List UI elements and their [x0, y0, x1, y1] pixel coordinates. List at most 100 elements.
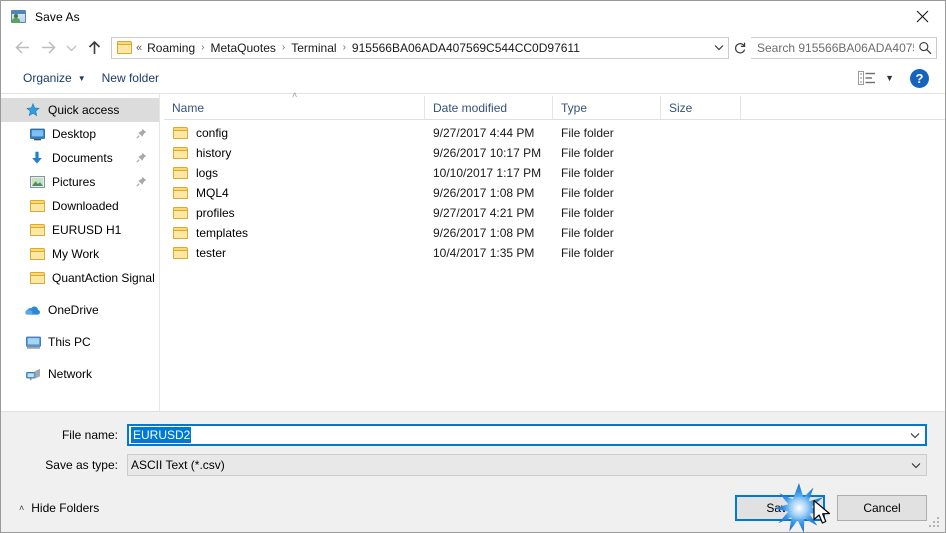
refresh-icon[interactable] [729, 37, 751, 59]
table-row[interactable]: tester 10/4/2017 1:35 PM File folder [164, 243, 945, 263]
sidebar-item-quick-access[interactable]: Quick access [1, 98, 159, 122]
pane-splitter[interactable] [159, 94, 164, 411]
save-as-type-row: Save as type: ASCII Text (*.csv) [19, 454, 927, 476]
file-name-cell: config [164, 125, 425, 141]
folder-icon [172, 225, 188, 241]
table-row[interactable]: config 9/27/2017 4:44 PM File folder [164, 123, 945, 143]
resize-grip-icon[interactable] [929, 517, 941, 529]
file-list: ˄ Name Date modified Type Size config 9/… [164, 90, 945, 411]
sidebar-item-label: My Work [52, 247, 100, 261]
sidebar-item-this-pc[interactable]: This PC [1, 330, 159, 354]
file-date-cell: 9/26/2017 10:17 PM [433, 146, 542, 160]
chevron-down-icon[interactable]: ▼ [885, 73, 894, 83]
help-icon[interactable]: ? [910, 68, 929, 88]
dialog-footer: ˄ Hide Folders Save Cancel [1, 484, 945, 532]
dialog-body: Quick access Desktop Documents Pictures … [1, 90, 945, 411]
documents-download-icon [29, 150, 45, 166]
column-header-size[interactable]: Size [661, 96, 741, 119]
file-name-label: MQL4 [196, 186, 229, 200]
this-pc-icon [25, 334, 41, 350]
chevron-down-icon[interactable] [906, 462, 926, 469]
cancel-button[interactable]: Cancel [837, 495, 927, 521]
file-name-label: config [196, 126, 229, 140]
file-name-label: profiles [196, 206, 235, 220]
table-row[interactable]: logs 10/10/2017 1:17 PM File folder [164, 163, 945, 183]
sidebar-item-my-work[interactable]: My Work [1, 242, 159, 266]
organize-button[interactable]: Organize ▼ [15, 68, 94, 88]
sidebar-item-pictures[interactable]: Pictures [1, 170, 159, 194]
save-as-type-select[interactable]: ASCII Text (*.csv) [127, 454, 927, 476]
folder-icon [29, 270, 45, 286]
file-name-label: logs [196, 166, 219, 180]
folder-icon [29, 222, 45, 238]
column-header-type[interactable]: Type [553, 96, 661, 119]
address-bar[interactable]: « Roaming › MetaQuotes › Terminal › 9155… [111, 36, 729, 59]
onedrive-cloud-icon [25, 302, 41, 318]
pin-icon[interactable] [136, 128, 147, 139]
table-row[interactable]: MQL4 9/26/2017 1:08 PM File folder [164, 183, 945, 203]
sidebar-item-documents[interactable]: Documents [1, 146, 159, 170]
save-button-label: Save [766, 501, 794, 515]
breadcrumb-item-roaming[interactable]: Roaming [144, 40, 198, 56]
file-type-cell: File folder [561, 186, 614, 200]
breadcrumb-separator[interactable]: › [198, 42, 207, 53]
file-rows: config 9/27/2017 4:44 PM File folder his… [164, 120, 945, 411]
sidebar-item-onedrive[interactable]: OneDrive [1, 298, 159, 322]
organize-label: Organize [23, 71, 72, 85]
sidebar-item-desktop[interactable]: Desktop [1, 122, 159, 146]
sidebar-item-label: OneDrive [48, 303, 99, 317]
file-name-row: File name: EURUSD2 [19, 424, 927, 446]
save-button[interactable]: Save [735, 495, 825, 521]
recent-locations-chevron-icon[interactable] [61, 36, 81, 60]
breadcrumb-overflow[interactable]: « [136, 42, 144, 54]
view-layout-icon[interactable] [856, 69, 878, 87]
table-row[interactable]: templates 9/26/2017 1:08 PM File folder [164, 223, 945, 243]
file-date-cell: 9/27/2017 4:44 PM [433, 126, 535, 140]
new-folder-button[interactable]: New folder [94, 68, 167, 88]
breadcrumb-separator[interactable]: › [340, 42, 349, 53]
file-type-cell: File folder [561, 146, 614, 160]
search-input[interactable]: Search 915566BA06ADA40756... [751, 36, 937, 59]
back-arrow-icon[interactable] [9, 36, 35, 60]
help-label: ? [915, 70, 924, 86]
file-name-label: tester [196, 246, 227, 260]
hide-folders-button[interactable]: ˄ Hide Folders [19, 501, 99, 515]
sidebar-item-label: Network [48, 367, 93, 381]
breadcrumb-item-terminal[interactable]: Terminal [288, 40, 339, 56]
up-arrow-icon[interactable] [81, 36, 107, 60]
table-row[interactable]: profiles 9/27/2017 4:21 PM File folder [164, 203, 945, 223]
chevron-down-icon[interactable] [710, 38, 728, 58]
folder-icon [172, 185, 188, 201]
sidebar-item-network[interactable]: Network [1, 362, 159, 386]
column-header-date-modified[interactable]: Date modified [425, 96, 553, 119]
file-type-cell: File folder [561, 126, 614, 140]
breadcrumb-item-metaquotes[interactable]: MetaQuotes [208, 40, 279, 56]
sidebar-item-label: QuantAction Signal [52, 271, 155, 285]
chevron-down-icon: ▼ [77, 73, 86, 83]
file-type-cell: File folder [561, 206, 614, 220]
file-name-value: EURUSD2 [131, 427, 192, 443]
sidebar-item-eurusd-h1[interactable]: EURUSD H1 [1, 218, 159, 242]
pin-icon[interactable] [136, 176, 147, 187]
close-icon[interactable] [899, 1, 945, 31]
chevron-up-icon: ˄ [19, 503, 25, 513]
network-icon [25, 366, 41, 382]
sidebar-item-label: Documents [52, 151, 113, 165]
chevron-down-icon[interactable] [905, 432, 925, 439]
file-name-input[interactable]: EURUSD2 [127, 424, 927, 446]
breadcrumb-item-terminal-id[interactable]: 915566BA06ADA407569C544CC0D97611 [349, 40, 583, 56]
file-name-cell: logs [164, 165, 425, 181]
pin-icon[interactable] [136, 152, 147, 163]
file-name-cell: MQL4 [164, 185, 425, 201]
breadcrumb-separator[interactable]: › [279, 42, 288, 53]
table-row[interactable]: history 9/26/2017 10:17 PM File folder [164, 143, 945, 163]
sidebar-item-downloaded[interactable]: Downloaded [1, 194, 159, 218]
window-title: Save As [35, 9, 80, 24]
file-date-cell: 9/26/2017 1:08 PM [433, 186, 535, 200]
save-as-app-icon [11, 9, 27, 25]
sidebar-item-quantaction-signal[interactable]: QuantAction Signal [1, 266, 159, 290]
folder-icon [172, 205, 188, 221]
search-icon[interactable] [914, 41, 936, 55]
file-type-cell: File folder [561, 246, 614, 260]
forward-arrow-icon[interactable] [35, 36, 61, 60]
